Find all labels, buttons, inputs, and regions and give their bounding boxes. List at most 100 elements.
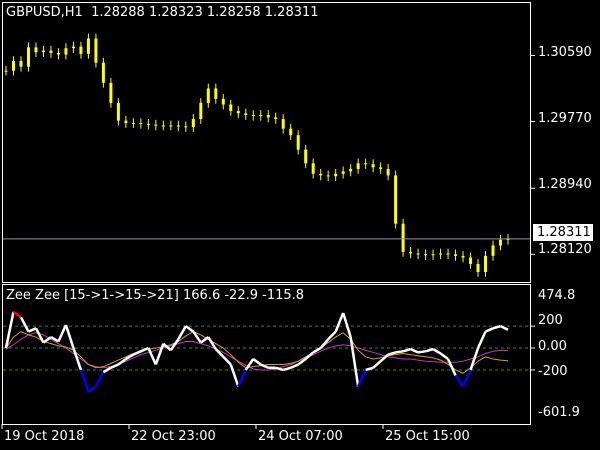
indicator-main-segment <box>72 347 83 371</box>
indicator-main-segment <box>79 369 90 393</box>
indicator-main-segment <box>34 327 45 344</box>
indicator-main-segment <box>439 352 449 361</box>
indicator-main-segment <box>425 347 434 353</box>
indicator-main-segment <box>94 371 105 387</box>
indicator-main-segment <box>446 358 457 376</box>
indicator-main-segment <box>334 312 345 333</box>
price-candle-body <box>356 163 360 169</box>
indicator-value-slow: -115.8 <box>262 288 305 303</box>
ohlc-open: 1.28288 <box>91 5 145 20</box>
price-candle-body <box>499 239 503 246</box>
price-candle-body <box>124 120 128 124</box>
indicator-lines <box>4 310 509 393</box>
price-candle-body <box>409 251 413 254</box>
indicator-main-segment <box>417 350 426 354</box>
ohlc-high: 1.28323 <box>148 5 203 20</box>
indicator-tick-label: 200 <box>538 313 563 328</box>
price-candle-body <box>401 223 405 252</box>
price-candle-body <box>431 254 435 256</box>
price-candle-body <box>319 173 323 176</box>
price-candle-body <box>259 115 263 117</box>
price-candle-body <box>461 255 465 258</box>
price-candle-body <box>206 88 210 103</box>
price-candle-body <box>79 46 83 54</box>
indicator-value-fast: -22.9 <box>224 288 258 303</box>
indicator-main-segment <box>19 316 30 333</box>
price-candle-body <box>56 53 60 55</box>
time-tick-label: 25 Oct 15:00 <box>385 429 470 444</box>
indicator-tick-label: 0.00 <box>538 339 567 354</box>
price-candle-body <box>41 50 45 53</box>
chart-canvas <box>1 2 535 429</box>
price-candle-body <box>364 163 368 165</box>
time-tick-label: 19 Oct 2018 <box>4 429 85 444</box>
price-candle-body <box>281 119 285 129</box>
indicator-main-segment <box>499 324 509 331</box>
price-candle-body <box>334 173 338 177</box>
indicator-fast-signal-line <box>5 331 509 374</box>
indicator-frame <box>2 284 531 425</box>
price-candle-body <box>131 123 135 125</box>
indicator-main-segment <box>229 364 240 387</box>
indicator-main-segment <box>252 357 262 366</box>
price-candle-body <box>304 149 308 164</box>
indicator-title: Zee Zee [15->1->15->21] <box>6 288 179 303</box>
price-candle-body <box>4 70 8 72</box>
indicator-min-label: -601.9 <box>538 405 580 420</box>
price-candle-body <box>94 38 98 63</box>
price-candle-body <box>484 255 488 272</box>
price-candle-body <box>229 104 233 111</box>
price-candle-body <box>139 123 143 125</box>
indicator-main-segment <box>185 325 195 333</box>
price-candle-body <box>289 128 293 136</box>
indicator-main-segment <box>432 348 442 355</box>
price-candle-body <box>19 61 23 67</box>
indicator-main-segment <box>87 385 97 393</box>
price-candle-body <box>26 47 30 67</box>
indicator-main-segment <box>222 355 232 366</box>
current-price-tag: 1.28311 <box>533 224 593 241</box>
ohlc-low: 1.28258 <box>206 5 261 20</box>
time-tick-label: 24 Oct 07:00 <box>258 429 343 444</box>
indicator-main-segment <box>12 310 22 319</box>
indicator-main-segment <box>42 336 52 344</box>
price-candles <box>4 33 510 277</box>
symbol-header: GBPUSD,H1 1.28288 1.28323 1.28258 1.2831… <box>6 5 319 20</box>
price-tick-label: 1.28940 <box>538 177 592 192</box>
price-candle-body <box>326 175 330 177</box>
price-candle-body <box>221 98 225 105</box>
price-tick-label: 1.28120 <box>538 242 592 257</box>
price-candle-body <box>349 168 353 172</box>
price-candle-body <box>266 115 270 118</box>
main-chart-frame <box>2 2 531 283</box>
price-candle-body <box>469 257 473 264</box>
price-candle-body <box>154 124 158 126</box>
indicator-main-segment <box>102 366 112 374</box>
price-candle-body <box>214 88 218 99</box>
ohlc-close: 1.28311 <box>264 5 319 20</box>
price-candle-body <box>176 125 180 127</box>
price-candle-body <box>169 125 173 127</box>
price-candle-body <box>86 38 90 54</box>
indicator-value-main: 166.6 <box>183 288 221 303</box>
indicator-main-segment <box>110 363 119 369</box>
price-candle-body <box>64 48 68 55</box>
indicator-slow-signal-line <box>5 332 509 371</box>
price-candle-body <box>446 253 450 255</box>
price-candle-body <box>184 126 188 128</box>
indicator-main-segment <box>275 366 284 372</box>
price-candle-body <box>424 254 428 256</box>
indicator-main-segment <box>237 369 247 387</box>
indicator-main-segment <box>57 324 68 342</box>
price-candle-body <box>161 125 165 127</box>
indicator-main-segment <box>27 327 37 333</box>
price-candle-body <box>341 171 345 174</box>
indicator-main-segment <box>492 324 501 330</box>
indicator-main-segment <box>372 360 382 369</box>
price-candle-body <box>146 123 150 125</box>
indicator-tick-label: -200 <box>538 364 568 379</box>
price-candle-body <box>386 168 390 176</box>
indicator-main-segment <box>200 336 210 344</box>
price-tick-label: 1.30590 <box>538 45 592 60</box>
indicator-main-segment <box>132 350 142 356</box>
